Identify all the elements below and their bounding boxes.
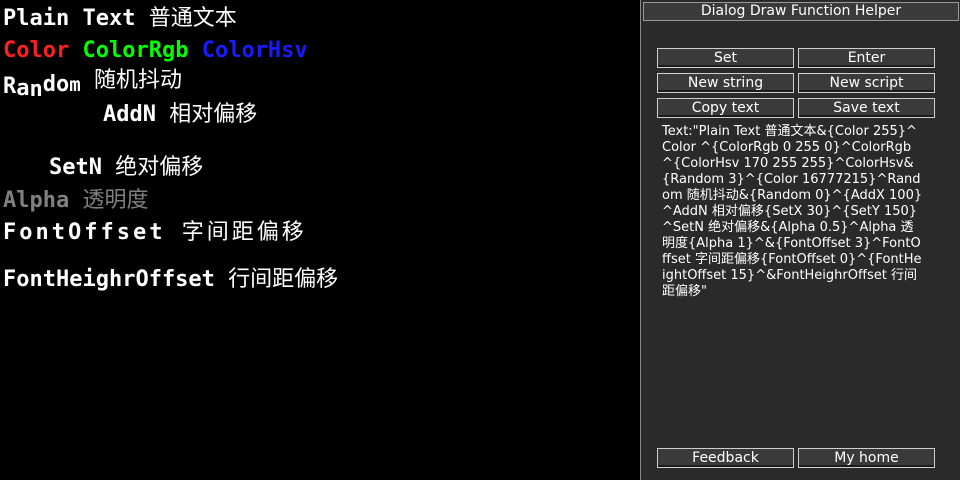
setn-cn: 绝对偏移 [115, 155, 204, 180]
fontheight-line: FontHeighrOffset 行间距偏移 [3, 267, 338, 293]
colorrgb-label: ColorRgb [82, 38, 189, 63]
addn-cn: 相对偏移 [169, 102, 258, 127]
alpha-label: Alpha [3, 188, 70, 213]
new-script-button[interactable]: New script [798, 73, 935, 93]
random-char: o [56, 72, 70, 97]
setn-label: SetN [49, 155, 102, 180]
random-char: m [69, 74, 81, 96]
plain-text-label: Plain Text [3, 6, 136, 31]
addn-label: AddN [103, 102, 156, 127]
plain-text-line: Plain Text 普通文本 [3, 6, 237, 32]
enter-button[interactable]: Enter [798, 48, 935, 68]
colorhsv-label: ColorHsv [201, 38, 308, 63]
color-label: Color [3, 38, 70, 63]
dialog-preview-canvas: Plain Text 普通文本 Color ColorRgb ColorHsv … [0, 0, 640, 480]
fontheight-label: FontHeighrOffset [3, 267, 215, 292]
helper-panel: Dialog Draw Function Helper Set Enter Ne… [640, 0, 960, 480]
addn-line: AddN 相对偏移 [103, 102, 257, 128]
new-string-button[interactable]: New string [657, 73, 794, 93]
random-char: R [3, 74, 17, 99]
random-char: n [29, 77, 43, 102]
alpha-cn: 透明度 [82, 188, 149, 213]
random-cn: 随机抖动 [93, 68, 182, 93]
set-button[interactable]: Set [657, 48, 794, 68]
fontoffset-line: FontOffset 字间距偏移 [3, 220, 307, 246]
setn-line: SetN 绝对偏移 [49, 155, 203, 181]
fontheight-cn: 行间距偏移 [228, 267, 339, 292]
alpha-line: Alpha 透明度 [3, 188, 149, 214]
random-line: Random 随机抖动 [3, 68, 182, 102]
my-home-button[interactable]: My home [798, 448, 935, 468]
fontoffset-label: FontOffset [3, 220, 166, 245]
feedback-button[interactable]: Feedback [657, 448, 794, 468]
panel-title: Dialog Draw Function Helper [643, 2, 959, 21]
script-output-text: Text:"Plain Text 普通文本&{Color 255}^Color … [662, 124, 923, 299]
fontoffset-cn: 字间距偏移 [181, 220, 307, 245]
copy-text-button[interactable]: Copy text [657, 98, 794, 118]
random-char: a [16, 76, 30, 101]
color-line: Color ColorRgb ColorHsv [3, 38, 308, 64]
save-text-button[interactable]: Save text [798, 98, 935, 118]
random-char: d [42, 72, 56, 97]
plain-text-cn: 普通文本 [148, 6, 237, 31]
